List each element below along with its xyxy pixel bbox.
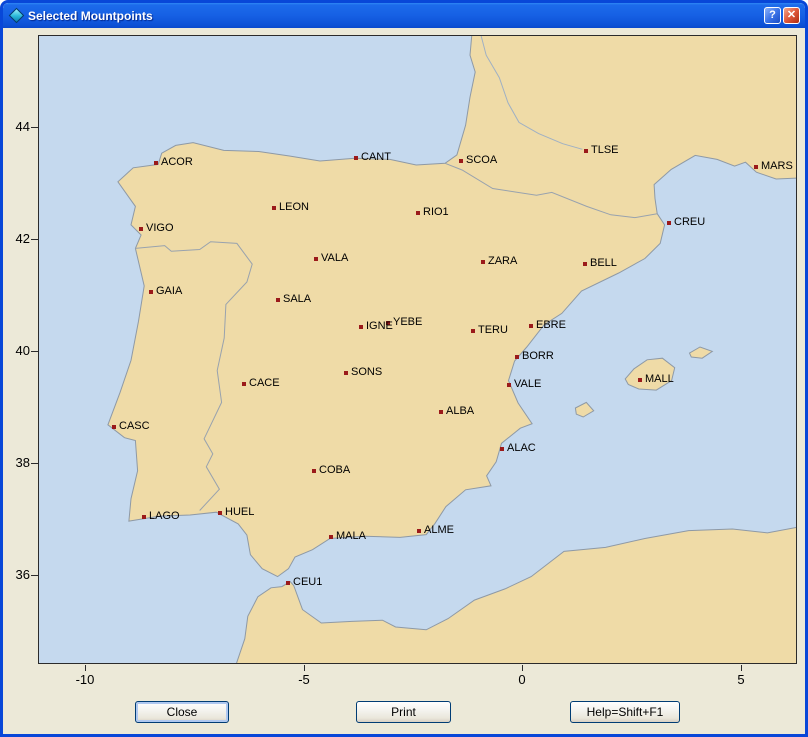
mountpoint-label-mala: MALA	[336, 530, 366, 543]
window-title: Selected Mountpoints	[28, 9, 762, 23]
mountpoint-marker-lago	[142, 515, 146, 519]
y-axis-label-36: 36	[3, 567, 30, 583]
mountpoint-marker-sala	[276, 298, 280, 302]
mountpoint-marker-vale	[507, 383, 511, 387]
mountpoint-label-ebre: EBRE	[536, 319, 566, 332]
mountpoint-marker-mala	[329, 535, 333, 539]
mountpoint-label-leon: LEON	[279, 201, 309, 214]
mountpoint-label-borr: BORR	[522, 350, 554, 363]
help-shortcut-button[interactable]: Help=Shift+F1	[570, 701, 680, 723]
mountpoint-marker-tlse	[584, 149, 588, 153]
mountpoint-marker-igne	[359, 325, 363, 329]
mountpoint-marker-alme	[417, 529, 421, 533]
mountpoint-marker-vala	[314, 257, 318, 261]
mountpoint-label-zara: ZARA	[488, 255, 517, 268]
mountpoint-label-vigo: VIGO	[146, 222, 174, 235]
mountpoint-marker-teru	[471, 329, 475, 333]
close-icon[interactable]: ✕	[783, 7, 800, 24]
mountpoint-label-lago: LAGO	[149, 510, 180, 523]
mountpoint-marker-cace	[242, 382, 246, 386]
mountpoint-label-alme: ALME	[424, 524, 454, 537]
mountpoint-label-casc: CASC	[119, 420, 150, 433]
mountpoint-label-tlse: TLSE	[591, 144, 619, 157]
mountpoint-label-huel: HUEL	[225, 506, 254, 519]
mountpoint-marker-mall	[638, 378, 642, 382]
mountpoint-label-igne: IGNE	[366, 320, 393, 333]
map-plot: ACOR CANT SCOA TLSE MARS LEON RIO1 CREU VIGO VALA…	[38, 35, 797, 664]
map-svg	[39, 36, 796, 663]
mountpoint-label-mars: MARS	[761, 160, 793, 173]
y-axis-tick-44	[31, 127, 38, 128]
mountpoint-marker-coba	[312, 469, 316, 473]
mountpoint-label-teru: TERU	[478, 324, 508, 337]
x-axis-label-0: 0	[502, 672, 542, 688]
x-axis-tick--10	[85, 665, 86, 671]
mountpoint-marker-ceu1	[286, 581, 290, 585]
selected-mountpoints-window: Selected Mountpoints ? ✕ ACOR CANT SCOA TLS…	[0, 0, 808, 737]
titlebar[interactable]: Selected Mountpoints ? ✕	[3, 3, 805, 28]
mountpoint-marker-gaia	[149, 290, 153, 294]
mountpoint-label-sons: SONS	[351, 366, 382, 379]
x-axis-label--5: -5	[284, 672, 324, 688]
mountpoint-marker-mars	[754, 165, 758, 169]
y-axis-label-42: 42	[3, 231, 30, 247]
mountpoint-marker-leon	[272, 206, 276, 210]
y-axis-label-44: 44	[3, 119, 30, 135]
mountpoint-marker-bell	[583, 262, 587, 266]
y-axis-label-40: 40	[3, 343, 30, 359]
mountpoint-label-vale: VALE	[514, 378, 541, 391]
mountpoint-marker-alba	[439, 410, 443, 414]
x-axis-label-5: 5	[721, 672, 761, 688]
mountpoint-marker-cant	[354, 156, 358, 160]
x-axis-tick-0	[522, 665, 523, 671]
x-axis-label--10: -10	[65, 672, 105, 688]
y-axis-label-38: 38	[3, 455, 30, 471]
y-axis-tick-40	[31, 351, 38, 352]
mountpoint-label-rio1: RIO1	[423, 206, 449, 219]
mountpoint-label-yebe: YEBE	[393, 316, 422, 329]
mountpoint-label-cace: CACE	[249, 377, 280, 390]
mountpoint-label-coba: COBA	[319, 464, 350, 477]
mountpoint-label-vala: VALA	[321, 252, 348, 265]
mountpoint-label-scoa: SCOA	[466, 154, 497, 167]
mountpoint-marker-sons	[344, 371, 348, 375]
x-axis-tick-5	[741, 665, 742, 671]
mountpoint-label-creu: CREU	[674, 216, 705, 229]
app-icon	[9, 8, 25, 24]
mountpoint-marker-alac	[500, 447, 504, 451]
mountpoint-label-sala: SALA	[283, 293, 311, 306]
mountpoint-label-mall: MALL	[645, 373, 674, 386]
help-icon[interactable]: ?	[764, 7, 781, 24]
mountpoint-marker-casc	[112, 425, 116, 429]
x-axis-tick--5	[304, 665, 305, 671]
mountpoint-marker-ebre	[529, 324, 533, 328]
mountpoint-marker-scoa	[459, 159, 463, 163]
mountpoint-marker-acor	[154, 161, 158, 165]
mountpoint-label-ceu1: CEU1	[293, 576, 322, 589]
mountpoint-label-alac: ALAC	[507, 442, 536, 455]
mountpoint-marker-rio1	[416, 211, 420, 215]
mountpoint-marker-vigo	[139, 227, 143, 231]
mountpoint-marker-borr	[515, 355, 519, 359]
print-button[interactable]: Print	[356, 701, 451, 723]
mountpoint-label-gaia: GAIA	[156, 285, 182, 298]
y-axis-tick-38	[31, 463, 38, 464]
mountpoint-marker-creu	[667, 221, 671, 225]
mountpoint-label-acor: ACOR	[161, 156, 193, 169]
mountpoint-label-alba: ALBA	[446, 405, 474, 418]
y-axis-tick-42	[31, 239, 38, 240]
mountpoint-label-cant: CANT	[361, 151, 391, 164]
mountpoint-label-bell: BELL	[590, 257, 617, 270]
y-axis-tick-36	[31, 575, 38, 576]
mountpoint-marker-huel	[218, 511, 222, 515]
close-button[interactable]: Close	[135, 701, 229, 723]
mountpoint-marker-zara	[481, 260, 485, 264]
